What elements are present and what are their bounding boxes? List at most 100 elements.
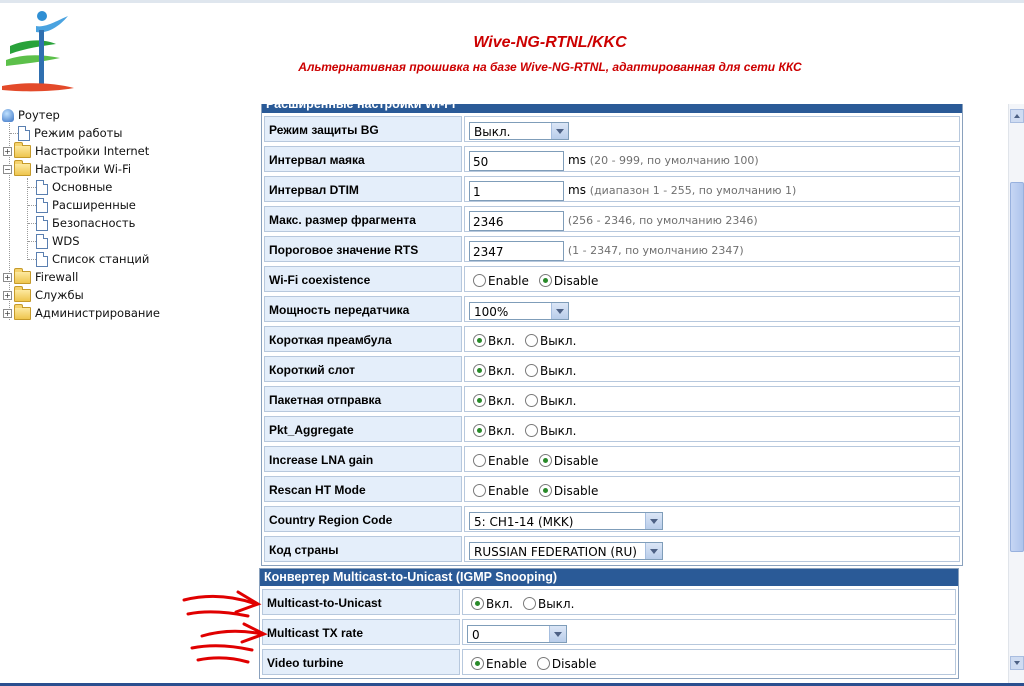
tree-item-mode[interactable]: Режим работы: [18, 124, 122, 142]
row-label: Increase LNA gain: [264, 446, 462, 472]
row-tx-burst: Пакетная отправка Вкл. Выкл.: [262, 385, 962, 415]
multicast-on-radio[interactable]: [471, 597, 484, 610]
minus-icon[interactable]: −: [3, 165, 12, 174]
page-title: Wive-NG-RTNL/KKC: [473, 34, 627, 51]
tree-item-wifi-basic[interactable]: Основные: [36, 178, 112, 196]
row-label: Интервал DTIM: [264, 176, 462, 202]
row-multicast-unicast: Multicast-to-Unicast Вкл. Выкл.: [260, 588, 958, 618]
tree-item-wifi-stations[interactable]: Список станций: [36, 250, 149, 268]
coexistence-enable-radio[interactable]: [473, 274, 486, 287]
row-label: Режим защиты BG: [264, 116, 462, 142]
annotation-arrows: [182, 590, 268, 664]
lna-gain-disable-radio[interactable]: [538, 454, 552, 467]
coexistence-disable-radio[interactable]: [538, 274, 552, 287]
scroll-down-icon[interactable]: [1010, 656, 1024, 670]
page-icon: [36, 180, 48, 195]
row-label: Video turbine: [262, 649, 460, 675]
multicast-tx-rate-select[interactable]: 0: [467, 624, 567, 643]
plus-icon[interactable]: +: [3, 147, 12, 156]
plus-icon[interactable]: +: [3, 309, 12, 318]
short-slot-on-radio[interactable]: [473, 364, 486, 377]
dtim-interval-input[interactable]: 1: [469, 180, 564, 201]
tree-item-firewall[interactable]: + Firewall: [3, 268, 78, 286]
chevron-down-icon: [645, 512, 662, 529]
wifi-advanced-panel: Расширенные настройки Wi-Fi Режим защиты…: [261, 104, 963, 566]
rts-threshold-input[interactable]: 2347: [469, 240, 564, 261]
top-border: [0, 0, 1024, 3]
tree-item-admin[interactable]: + Администрирование: [3, 304, 160, 322]
scroll-thumb[interactable]: [1010, 182, 1024, 552]
row-fragment-size: Макс. размер фрагмента 2346 (256 - 2346,…: [262, 205, 962, 235]
tree-item-wifi-wds[interactable]: WDS: [36, 232, 80, 250]
row-label: Country Region Code: [264, 506, 462, 532]
pkt-aggregate-off-radio[interactable]: [524, 424, 538, 437]
tree-item-services[interactable]: + Службы: [3, 286, 84, 304]
folder-open-icon: [14, 160, 31, 176]
lna-gain-enable-radio[interactable]: [473, 454, 486, 467]
tree-item-wifi-security[interactable]: Безопасность: [36, 214, 135, 232]
region-code-select[interactable]: 5: CH1-14 (MKK): [469, 511, 663, 530]
rescan-ht-enable-radio[interactable]: [473, 484, 486, 497]
tree-root-router[interactable]: Роутер: [2, 106, 60, 124]
vertical-scrollbar[interactable]: [1008, 104, 1024, 686]
scroll-up-icon[interactable]: [1010, 109, 1024, 123]
folder-icon: [14, 304, 31, 320]
row-multicast-tx-rate: Multicast TX rate 0: [260, 618, 958, 648]
beacon-interval-input[interactable]: 50: [469, 150, 564, 171]
country-code-select[interactable]: RUSSIAN FEDERATION (RU): [469, 541, 663, 560]
unit-label: ms: [568, 183, 586, 197]
tree-connector: [28, 259, 36, 260]
tree-connector: [28, 205, 36, 206]
tree-connector: [28, 187, 36, 188]
hint-text: (1 - 2347, по умолчанию 2347): [567, 244, 744, 257]
multicast-off-radio[interactable]: [522, 597, 536, 610]
row-pkt-aggregate: Pkt_Aggregate Вкл. Выкл.: [262, 415, 962, 445]
tx-burst-off-radio[interactable]: [524, 394, 538, 407]
row-short-preamble: Короткая преамбула Вкл. Выкл.: [262, 325, 962, 355]
row-rescan-ht: Rescan HT Mode Enable Disable: [262, 475, 962, 505]
row-tx-power: Мощность передатчика 100%: [262, 295, 962, 325]
row-video-turbine: Video turbine Enable Disable: [260, 648, 958, 678]
hint-text: (256 - 2346, по умолчанию 2346): [567, 214, 758, 227]
row-label: Пакетная отправка: [264, 386, 462, 412]
hint-text: (20 - 999, по умолчанию 100): [589, 154, 759, 167]
short-preamble-off-radio[interactable]: [524, 334, 538, 347]
plus-icon[interactable]: +: [3, 273, 12, 282]
row-label: Интервал маяка: [264, 146, 462, 172]
row-label: Короткая преамбула: [264, 326, 462, 352]
short-preamble-on-radio[interactable]: [473, 334, 486, 347]
rescan-ht-disable-radio[interactable]: [538, 484, 552, 497]
hint-text: (диапазон 1 - 255, по умолчанию 1): [589, 184, 797, 197]
chevron-down-icon: [549, 625, 566, 642]
fragment-size-input[interactable]: 2346: [469, 210, 564, 231]
page-icon: [36, 234, 48, 249]
video-turbine-disable-radio[interactable]: [536, 657, 550, 670]
pkt-aggregate-on-radio[interactable]: [473, 424, 486, 437]
panel-title: Конвертер Multicast-to-Unicast (IGMP Sno…: [260, 569, 958, 588]
igmp-panel: Конвертер Multicast-to-Unicast (IGMP Sno…: [259, 568, 959, 679]
folder-icon: [14, 286, 31, 302]
row-label: Код страны: [264, 536, 462, 562]
row-wifi-coexistence: Wi-Fi coexistence Enable Disable: [262, 265, 962, 295]
row-label: Макс. размер фрагмента: [264, 206, 462, 232]
row-label: Мощность передатчика: [264, 296, 462, 322]
row-label: Multicast-to-Unicast: [262, 589, 460, 615]
unit-label: ms: [568, 153, 586, 167]
tree-item-internet[interactable]: + Настройки Internet: [3, 142, 149, 160]
row-label: Короткий слот: [264, 356, 462, 382]
tx-burst-on-radio[interactable]: [473, 394, 486, 407]
chevron-down-icon: [645, 542, 662, 559]
plus-icon[interactable]: +: [3, 291, 12, 300]
tx-power-select[interactable]: 100%: [469, 301, 569, 320]
tree-connector: [10, 133, 18, 134]
tree-item-wifi[interactable]: − Настройки Wi-Fi: [3, 160, 131, 178]
video-turbine-enable-radio[interactable]: [471, 657, 484, 670]
tree-item-wifi-advanced[interactable]: Расширенные: [36, 196, 136, 214]
tree-connector: [27, 178, 28, 260]
logo: [2, 11, 74, 92]
short-slot-off-radio[interactable]: [524, 364, 538, 377]
bg-protection-select[interactable]: Выкл.: [469, 121, 569, 140]
row-dtim-interval: Интервал DTIM 1 ms (диапазон 1 - 255, по …: [262, 175, 962, 205]
chevron-down-icon: [551, 122, 568, 139]
content-frame: Расширенные настройки Wi-Fi Режим защиты…: [256, 104, 1008, 686]
